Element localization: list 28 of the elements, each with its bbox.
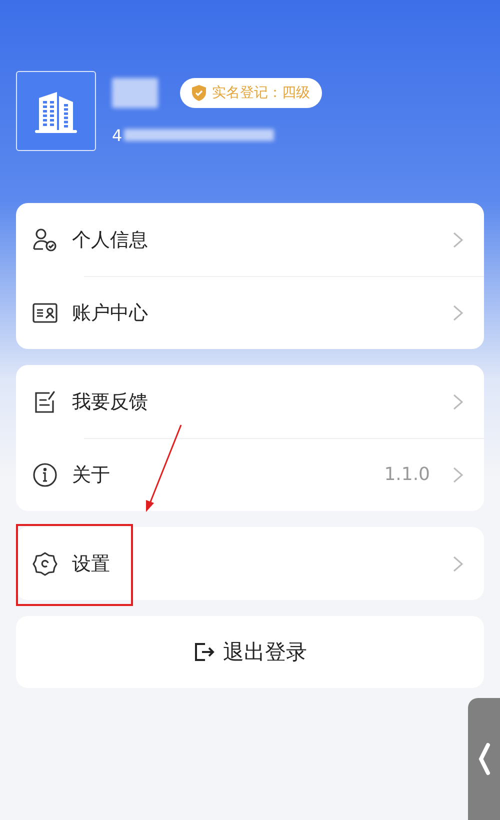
menu-label: 关于 [72, 462, 111, 488]
version-text: 1.1.0 [384, 464, 430, 485]
chevron-right-icon [452, 304, 464, 322]
menu-item[interactable]: 账户中心 [16, 276, 484, 349]
chevron-right-icon [452, 230, 464, 248]
chevron-left-icon [477, 742, 491, 776]
chevron-right-icon [452, 392, 464, 410]
account-number: 4 [112, 126, 122, 144]
person-check-icon [32, 226, 58, 252]
badge-text: 实名登记：四级 [212, 84, 310, 102]
side-tab[interactable] [468, 698, 500, 820]
menu-item[interactable]: 我要反馈 [16, 365, 484, 438]
chevron-right-icon [452, 554, 464, 572]
menu-item[interactable]: 关于 1.1.0 [16, 438, 484, 511]
menu-label: 个人信息 [72, 228, 149, 252]
menu-label: 我要反馈 [72, 390, 149, 414]
chevron-right-icon [452, 466, 464, 484]
settings-icon [32, 550, 58, 576]
menu-label: 设置 [72, 552, 111, 576]
menu-item[interactable]: 设置 [16, 527, 484, 600]
edit-note-icon [32, 388, 58, 414]
menu-label: 账户中心 [72, 300, 149, 326]
logout-button[interactable]: 退出登录 [16, 616, 484, 688]
info-icon [32, 462, 58, 488]
menu-item[interactable]: 个人信息 [16, 203, 484, 276]
shield-check-icon [192, 84, 206, 100]
blurred-name [112, 78, 158, 108]
logout-icon [193, 641, 215, 663]
